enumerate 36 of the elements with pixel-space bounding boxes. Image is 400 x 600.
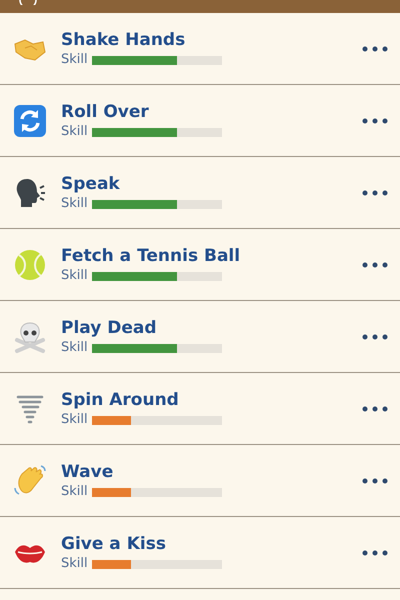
waving-hand-icon: [13, 464, 47, 498]
skill-name: Spin Around: [61, 389, 180, 411]
more-icon[interactable]: [362, 406, 388, 412]
more-icon[interactable]: [362, 334, 388, 340]
skill-label: Skill: [61, 124, 89, 140]
skill-row[interactable]: Spin Around Skill: [0, 373, 400, 445]
skill-label: Skill: [61, 484, 89, 500]
skill-label: Skill: [61, 412, 89, 428]
more-icon[interactable]: [362, 118, 388, 124]
skill-label: Skill: [61, 556, 89, 572]
skill-row[interactable]: Play Dead Skill: [0, 301, 400, 373]
skill-label: Skill: [61, 52, 89, 68]
more-icon[interactable]: [362, 262, 388, 268]
skill-name: Play Dead: [61, 317, 158, 339]
skill-name: Shake Hands: [61, 29, 186, 51]
skill-row[interactable]: Speak Skill: [0, 157, 400, 229]
skill-label: Skill: [61, 268, 89, 284]
skill-label: Skill: [61, 196, 89, 212]
more-icon[interactable]: [362, 190, 388, 196]
skill-name: Give a Kiss: [61, 533, 167, 555]
rotate-icon: [13, 104, 47, 138]
skull-and-crossbones-icon: [13, 320, 47, 354]
more-icon[interactable]: [362, 478, 388, 484]
skill-name: Wave: [61, 461, 114, 483]
tennis-ball-icon: [13, 248, 47, 282]
more-icon[interactable]: [362, 46, 388, 52]
skill-row[interactable]: Wave Skill: [0, 445, 400, 517]
skill-name: Roll Over: [61, 101, 150, 123]
more-icon[interactable]: [362, 550, 388, 556]
skill-name: Speak: [61, 173, 121, 195]
skill-label: Skill: [61, 340, 89, 356]
skill-row[interactable]: Give a Kiss Skill: [0, 517, 400, 589]
skill-row[interactable]: Fetch a Tennis Ball Skill: [0, 229, 400, 301]
skill-row[interactable]: Roll Over Skill: [0, 85, 400, 157]
skill-row[interactable]: Shake Hands Skill: [0, 13, 400, 85]
skill-name: Fetch a Tennis Ball: [61, 245, 242, 267]
